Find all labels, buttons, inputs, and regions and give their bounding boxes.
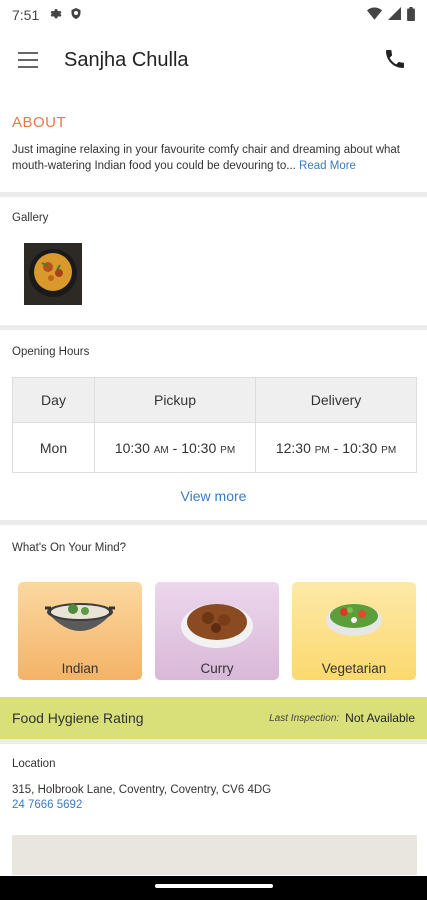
opening-hours-label: Opening Hours: [12, 346, 90, 358]
hygiene-rating-bar: Food Hygiene Rating Last Inspection: Not…: [0, 697, 427, 739]
hygiene-title: Food Hygiene Rating: [12, 710, 144, 726]
restaurant-title: Sanjha Chulla: [64, 48, 189, 71]
location-label: Location: [12, 758, 56, 770]
pickup-cell: 10:30 AM - 10:30 PM: [94, 422, 256, 473]
opening-hours-table: Day Pickup Delivery Mon 10:30 AM - 10:30…: [12, 377, 417, 473]
category-card-vegetarian[interactable]: Vegetarian: [292, 582, 416, 680]
settings-icon: [49, 7, 62, 23]
last-inspection-value: Not Available: [345, 711, 415, 725]
location-map[interactable]: [12, 835, 417, 875]
table-row: Mon 10:30 AM - 10:30 PM 12:30 PM - 10:30…: [12, 422, 417, 473]
category-card-indian[interactable]: Indian: [18, 582, 142, 680]
location-phone-link[interactable]: 24 7666 5692: [12, 799, 82, 811]
salad-dish-icon: [326, 604, 382, 636]
last-inspection-label: Last Inspection:: [269, 712, 340, 724]
column-header-pickup: Pickup: [94, 377, 256, 423]
battery-icon: [407, 6, 415, 24]
signal-icon: [388, 7, 401, 23]
about-text: Just imagine relaxing in your favourite …: [12, 142, 417, 174]
about-ellipsis: ...: [286, 160, 300, 172]
indian-dish-icon: [45, 603, 115, 631]
delivery-open-ampm: PM: [314, 444, 330, 456]
divider: [0, 192, 427, 197]
category-card-curry[interactable]: Curry: [155, 582, 279, 680]
about-title: ABOUT: [12, 114, 67, 131]
category-name: Indian: [61, 661, 99, 676]
category-name: Vegetarian: [321, 661, 387, 676]
wifi-icon: [367, 7, 382, 23]
read-more-link[interactable]: Read More: [299, 160, 356, 172]
status-time: 7:51: [12, 7, 40, 23]
delivery-open: 12:30: [275, 439, 311, 456]
divider: [0, 739, 427, 744]
divider: [0, 520, 427, 525]
pickup-close-ampm: PM: [220, 444, 236, 456]
phone-icon[interactable]: [383, 47, 409, 73]
delivery-cell: 12:30 PM - 10:30 PM: [255, 422, 417, 473]
day-cell: Mon: [12, 422, 95, 473]
gallery-image[interactable]: [24, 243, 82, 305]
delivery-close: 10:30: [342, 439, 378, 456]
pickup-open-ampm: AM: [153, 444, 169, 456]
divider: [0, 325, 427, 330]
column-header-day: Day: [12, 377, 95, 423]
category-name: Curry: [200, 661, 234, 676]
column-header-delivery: Delivery: [255, 377, 417, 423]
delivery-close-ampm: PM: [381, 444, 397, 456]
status-bar: 7:51: [0, 0, 427, 30]
whats-on-mind-label: What's On Your Mind?: [12, 542, 127, 554]
location-address: 315, Holbrook Lane, Coventry, Coventry, …: [12, 784, 272, 796]
view-more-link[interactable]: View more: [0, 488, 427, 504]
home-gesture-handle[interactable]: [155, 884, 273, 888]
curry-dish-icon: [181, 604, 253, 648]
shield-icon: [70, 7, 82, 23]
category-cards: Indian Curry Vegetarian: [18, 582, 416, 680]
pickup-open: 10:30: [114, 439, 150, 456]
system-nav-bar: [0, 876, 427, 900]
pickup-close: 10:30: [181, 439, 217, 456]
menu-icon[interactable]: [18, 48, 42, 72]
gallery-label: Gallery: [12, 212, 49, 224]
app-bar: Sanjha Chulla: [0, 34, 427, 86]
